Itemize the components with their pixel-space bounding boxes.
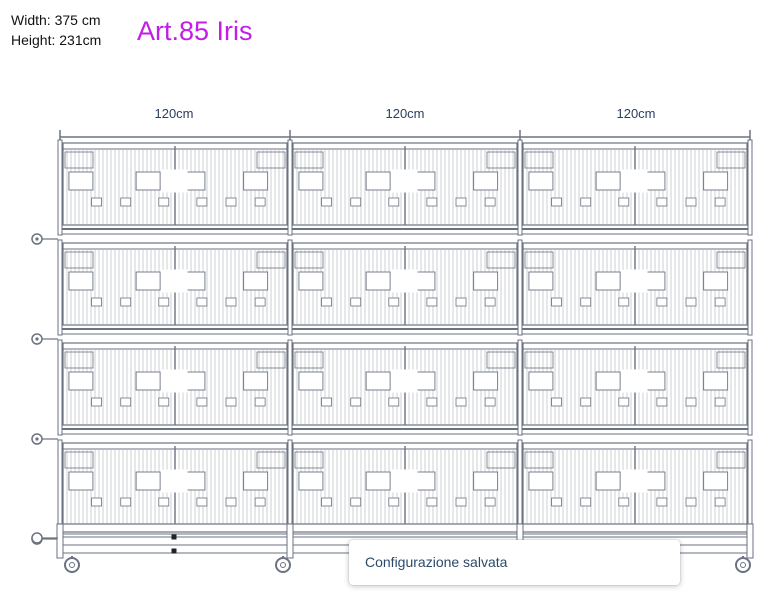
cage-module (522, 142, 748, 226)
cage-module (292, 442, 518, 526)
cage-module (522, 442, 748, 526)
toast-message: Configurazione salvata (365, 554, 508, 570)
tier-clip (31, 433, 58, 445)
cage-module (62, 142, 288, 226)
cage-module (62, 242, 288, 326)
top-rail (59, 130, 751, 142)
saved-toast: Configurazione salvata (349, 540, 680, 585)
cage-tier (31, 139, 753, 245)
cage-module (292, 342, 518, 426)
cage-tier (31, 239, 753, 345)
cage-module (522, 342, 748, 426)
cage-diagram (31, 130, 754, 573)
cage-module (522, 242, 748, 326)
caster-wheel (64, 556, 80, 573)
tier-clip (31, 233, 58, 245)
cage-module (292, 142, 518, 226)
tier-clip (31, 333, 58, 345)
cage-module (62, 342, 288, 426)
cage-module (62, 442, 288, 526)
cage-module (292, 242, 518, 326)
cage-tier (31, 339, 753, 445)
